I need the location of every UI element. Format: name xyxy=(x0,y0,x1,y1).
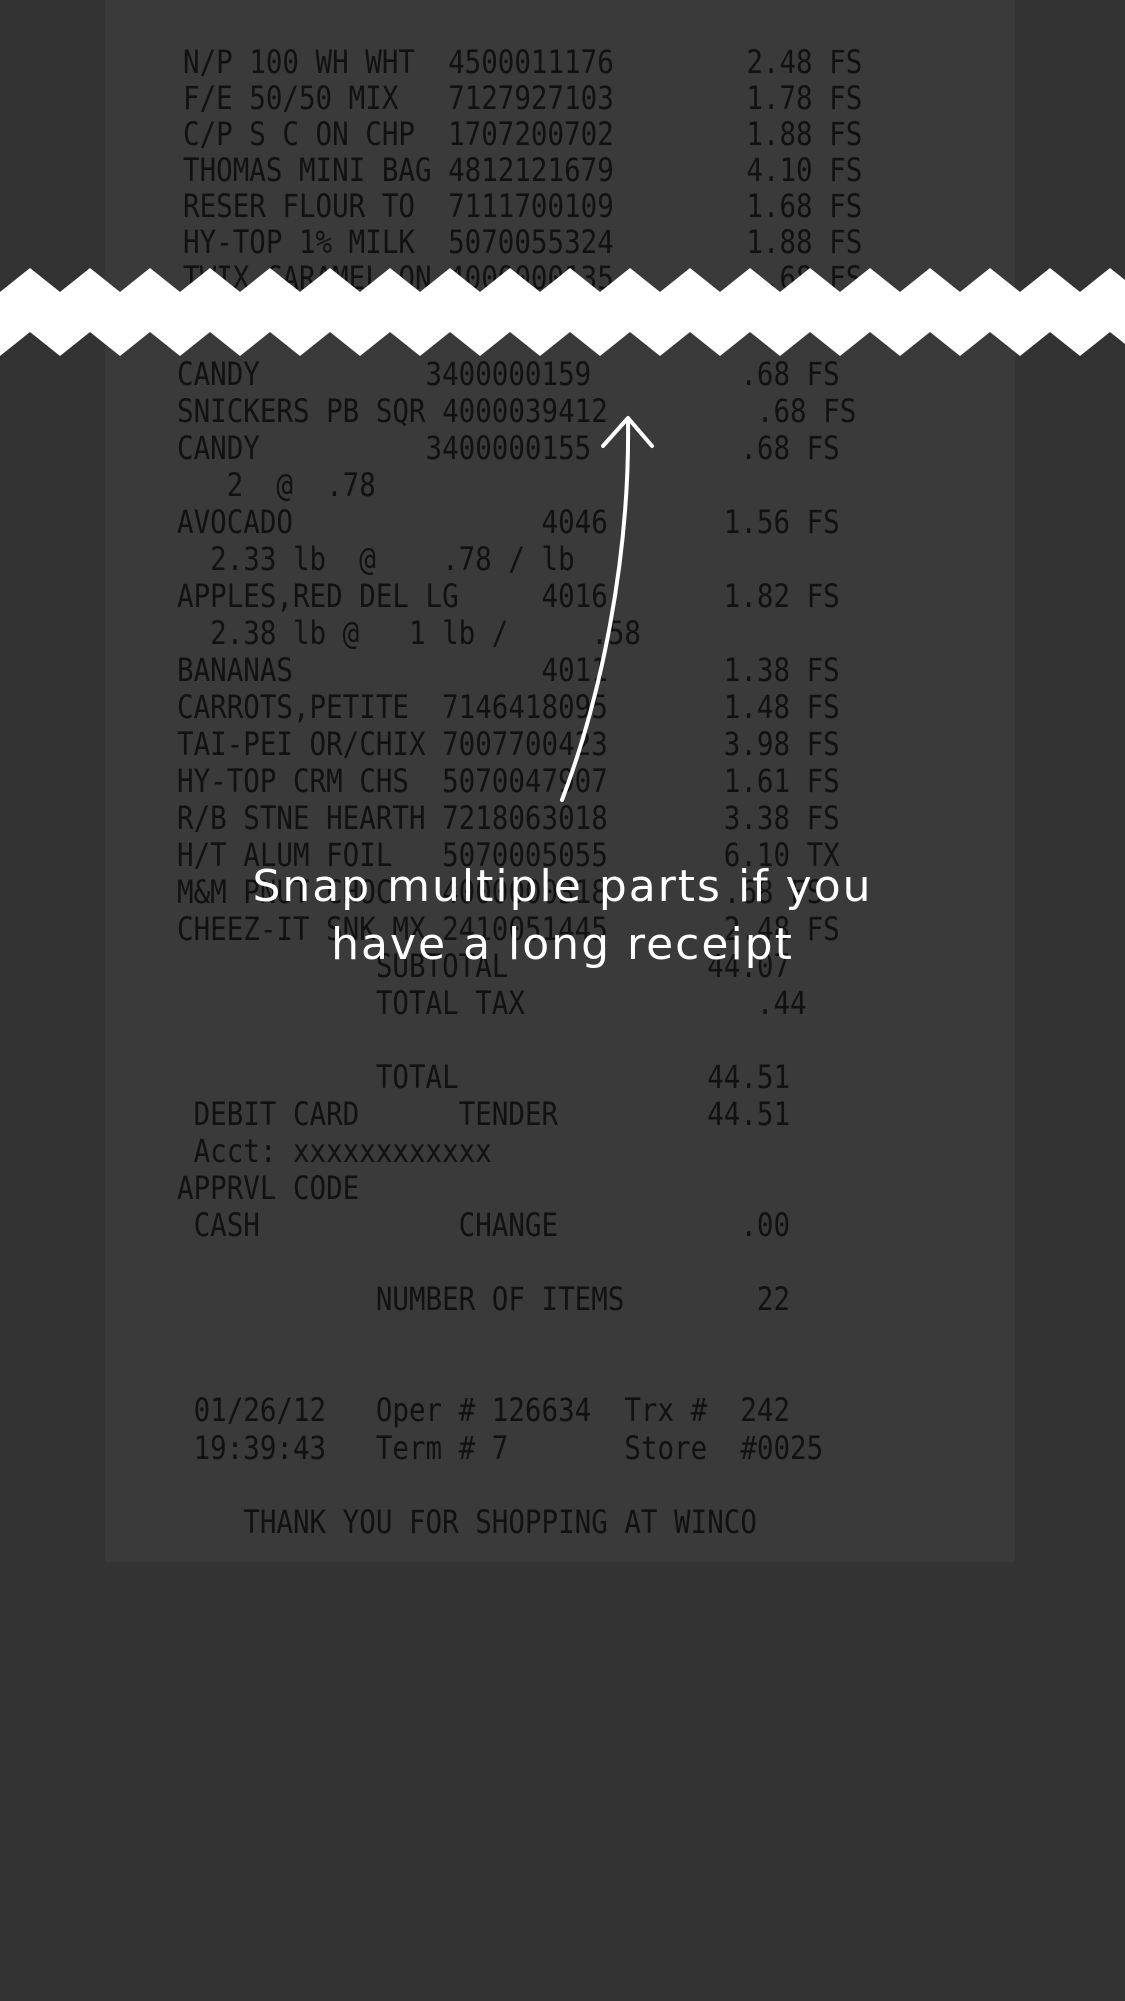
receipt-line: AVOCADO 4046 1.56 FS xyxy=(177,503,840,541)
receipt-line: THOMAS MINI BAG 4812121679 4.10 FS xyxy=(183,151,863,189)
instruction-line-2: have a long receipt xyxy=(331,919,794,970)
receipt-line: APPRVL CODE xyxy=(177,1169,360,1207)
receipt-line: THANK YOU FOR SHOPPING AT WINCO xyxy=(177,1503,757,1541)
receipt-lines: N/P 100 WH WHT 4500011176 2.48 FS F/E 50… xyxy=(105,0,1015,1562)
receipt-line: 2 @ .78 xyxy=(177,466,376,504)
tear-divider xyxy=(0,268,1125,356)
receipt-image: N/P 100 WH WHT 4500011176 2.48 FS F/E 50… xyxy=(105,0,1015,1562)
receipt-line: F/E 50/50 MIX 7127927103 1.78 FS xyxy=(183,79,863,117)
receipt-line: CANDY 3400000155 .68 FS xyxy=(177,429,840,467)
receipt-line: SNICKERS PB SQR 4000039412 .68 FS xyxy=(177,392,857,430)
receipt-line: HY-TOP 1% MILK 5070055324 1.88 FS xyxy=(183,223,863,261)
receipt-line: 19:39:43 Term # 7 Store #0025 xyxy=(177,1429,824,1467)
receipt-line: DEBIT CARD TENDER 44.51 xyxy=(177,1095,791,1133)
receipt-line: TOTAL TAX .44 xyxy=(177,984,807,1022)
receipt-line: TAI-PEI OR/CHIX 7007700423 3.98 FS xyxy=(177,725,840,763)
receipt-line: N/P 100 WH WHT 4500011176 2.48 FS xyxy=(183,43,863,81)
receipt-line: RESER FLOUR TO 7111700109 1.68 FS xyxy=(183,187,863,225)
receipt-line: HY-TOP CRM CHS 5070047907 1.61 FS xyxy=(177,762,840,800)
receipt-line: CASH CHANGE .00 xyxy=(177,1206,791,1244)
receipt-line: BANANAS 4011 1.38 FS xyxy=(177,651,840,689)
receipt-line: CARROTS,PETITE 7146418095 1.48 FS xyxy=(177,688,840,726)
receipt-line: Acct: xxxxxxxxxxxx xyxy=(177,1132,492,1170)
instruction-line-1: Snap multiple parts if you xyxy=(252,861,873,912)
receipt-line: APPLES,RED DEL LG 4016 1.82 FS xyxy=(177,577,840,615)
receipt-line: CANDY 3400000159 .68 FS xyxy=(177,355,840,393)
receipt-line: 2.33 lb @ .78 / lb xyxy=(177,540,575,578)
receipt-line: 2.38 lb @ 1 lb / .58 xyxy=(177,614,641,652)
instruction-text: Snap multiple parts if you have a long r… xyxy=(0,858,1125,974)
receipt-line: TOTAL 44.51 xyxy=(177,1058,791,1096)
receipt-line: 01/26/12 Oper # 126634 Trx # 242 xyxy=(177,1391,791,1429)
receipt-line: R/B STNE HEARTH 7218063018 3.38 FS xyxy=(177,799,840,837)
receipt-line: C/P S C ON CHP 1707200702 1.88 FS xyxy=(183,115,863,153)
receipt-line: NUMBER OF ITEMS 22 xyxy=(177,1280,791,1318)
